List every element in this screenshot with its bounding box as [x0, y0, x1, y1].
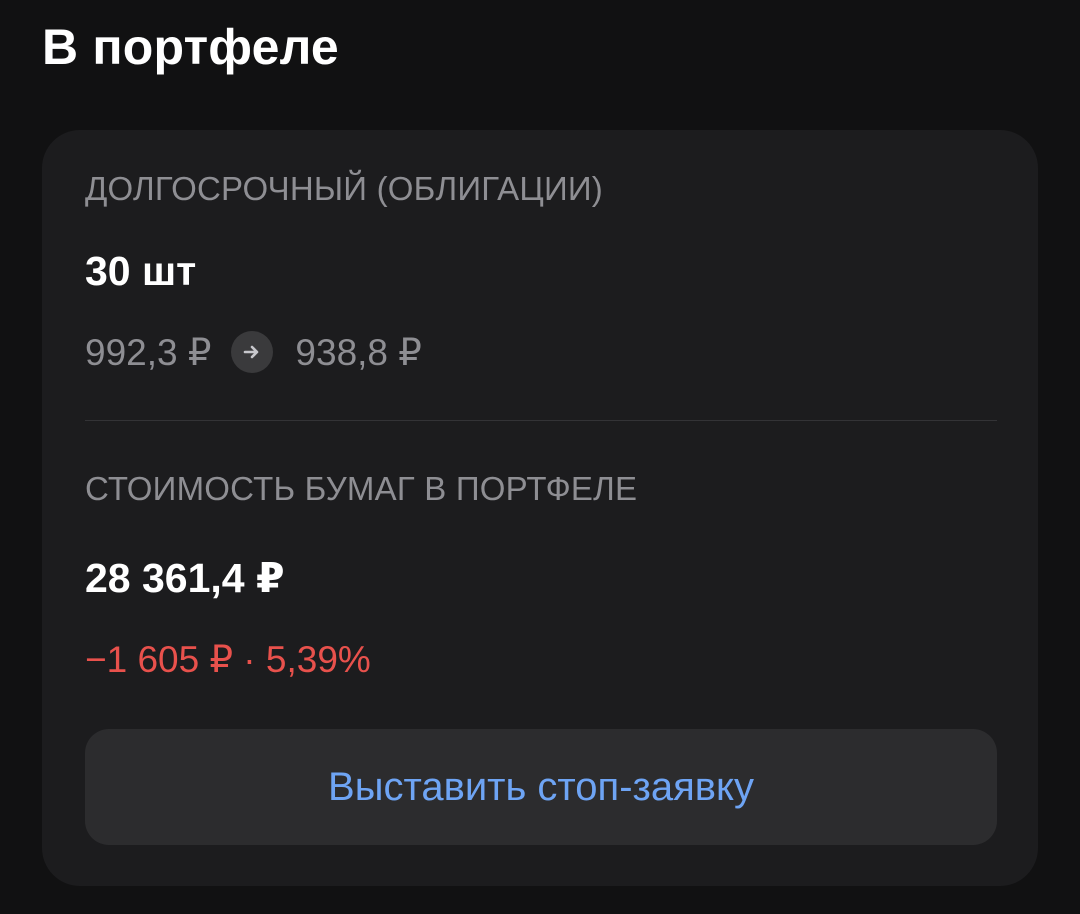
price-to: 938,8 ₽ — [295, 331, 422, 373]
stop-order-button[interactable]: Выставить стоп-заявку — [85, 729, 997, 845]
value-change: −1 605 ₽ · 5,39% — [85, 639, 371, 680]
divider — [85, 420, 997, 421]
portfolio-position-card: ДОЛГОСРОЧНЫЙ (ОБЛИГАЦИИ) 30 шт 992,3 ₽ 9… — [42, 130, 1038, 886]
strategy-label: ДОЛГОСРОЧНЫЙ (ОБЛИГАЦИИ) — [85, 170, 603, 207]
quantity-value: 30 шт — [85, 248, 197, 294]
price-change-row: 992,3 ₽ 938,8 ₽ — [85, 328, 422, 376]
portfolio-value-label: СТОИМОСТЬ БУМАГ В ПОРТФЕЛЕ — [85, 470, 638, 507]
price-from: 992,3 ₽ — [85, 331, 212, 373]
page-title: В портфеле — [42, 19, 339, 75]
arrow-right-icon — [231, 331, 274, 373]
portfolio-value: 28 361,4 ₽ — [85, 555, 285, 601]
